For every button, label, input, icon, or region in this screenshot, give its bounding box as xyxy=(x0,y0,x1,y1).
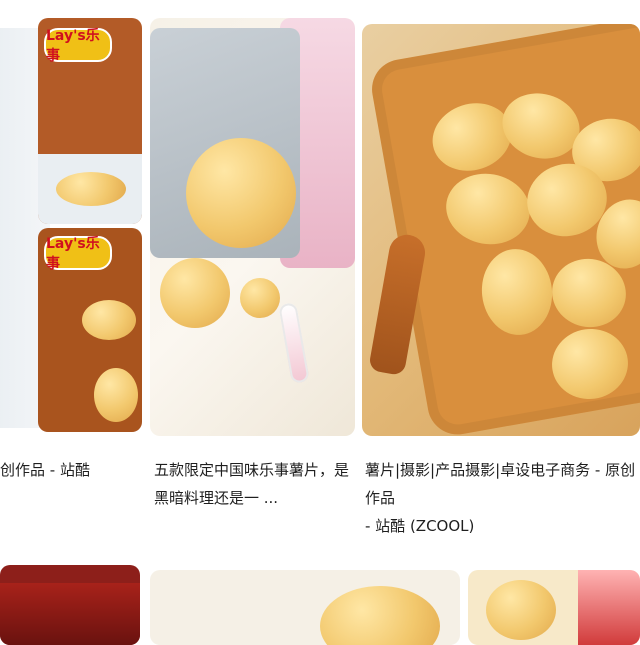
caption-line: - 站酷 (ZCOOL) xyxy=(365,517,475,535)
candy-shape xyxy=(278,302,310,384)
caption-line: 黑暗料理还是一 ... xyxy=(154,489,279,507)
chip-shape xyxy=(486,580,556,640)
lays-logo-icon: Lay's乐事 xyxy=(44,28,112,64)
result-image-chip-bag-bottom[interactable]: Lay's乐事 xyxy=(38,228,142,432)
chip-shape xyxy=(240,278,280,318)
chip-shape xyxy=(82,300,136,340)
result-image-open-chip-bag[interactable] xyxy=(150,18,355,436)
chips-pile-shape xyxy=(186,138,296,248)
brand-logo-text: Lay's乐事 xyxy=(46,236,100,272)
caption-text: 创作品 - 站酷 xyxy=(0,461,90,479)
result-caption-left[interactable]: 创作品 - 站酷 xyxy=(0,456,140,484)
bag-shape xyxy=(0,583,140,645)
caption-line: 薯片|摄影|产品摄影|卓设电子商务 - 原创作品 xyxy=(365,461,636,507)
result-image-bottom-3[interactable] xyxy=(468,570,640,645)
chips-pile-shape xyxy=(56,172,126,206)
brand-logo-text: Lay's乐事 xyxy=(46,28,100,64)
result-image-bottom-2[interactable] xyxy=(150,570,460,645)
lays-logo-icon: Lay's乐事 xyxy=(44,236,112,272)
caption-line: 五款限定中国味乐事薯片，是 xyxy=(154,461,350,479)
result-caption-right[interactable]: 薯片|摄影|产品摄影|卓设电子商务 - 原创作品 - 站酷 (ZCOOL) xyxy=(365,456,640,540)
result-image-chips-on-board[interactable] xyxy=(362,24,640,436)
result-image-chip-bag-top[interactable]: Lay's乐事 xyxy=(38,18,142,224)
chip-shape xyxy=(320,586,440,645)
chips-pile-shape xyxy=(94,368,138,422)
result-image-bottom-1[interactable] xyxy=(0,565,140,645)
package-shape xyxy=(578,570,640,645)
chip-shape xyxy=(160,258,230,328)
result-caption-middle[interactable]: 五款限定中国味乐事薯片，是 黑暗料理还是一 ... xyxy=(154,456,364,512)
